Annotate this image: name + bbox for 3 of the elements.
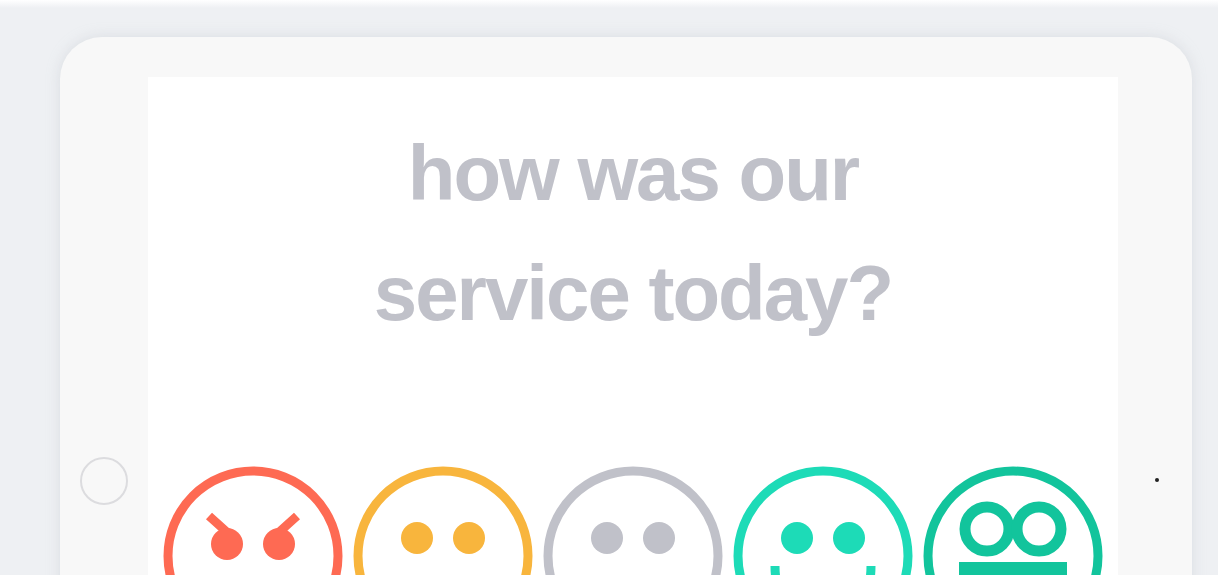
question-heading: how was our service today? [373,128,893,339]
home-button[interactable] [80,457,128,505]
camera-icon [1155,478,1159,482]
